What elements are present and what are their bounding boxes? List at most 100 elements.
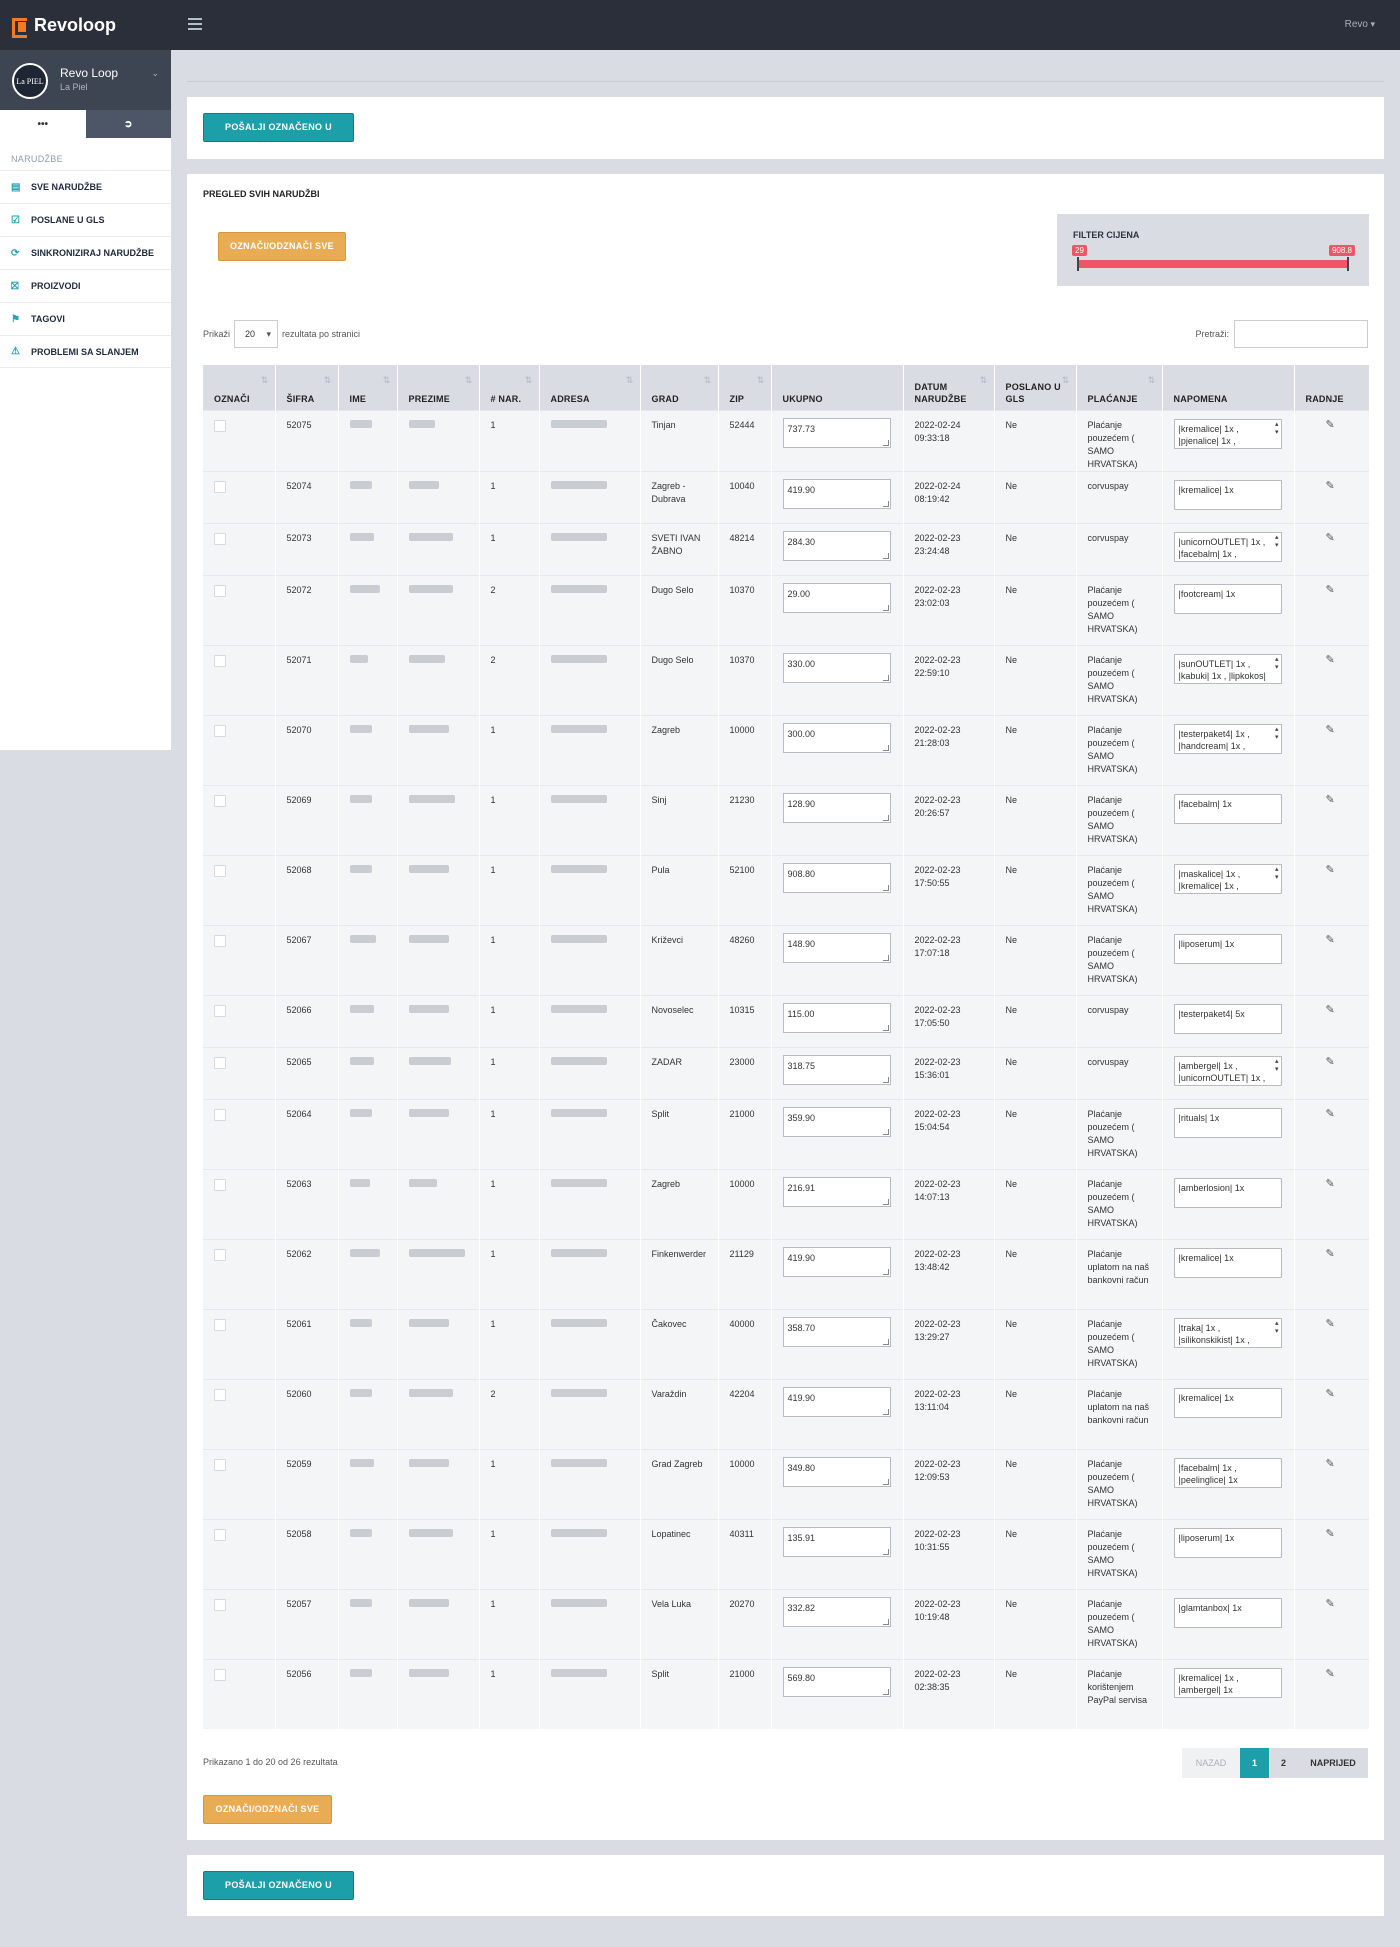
total-input[interactable]: 29.00: [782, 582, 891, 613]
column-header-poslano[interactable]: POSLANO U GLS ⇅: [993, 365, 1076, 410]
sort-icon[interactable]: ⇅: [1062, 374, 1070, 386]
sidebar-item-tagovi[interactable]: ⚑ TAGOVI: [0, 302, 171, 335]
select-checkbox[interactable]: [214, 864, 226, 877]
sort-icon[interactable]: ⇅: [1148, 374, 1156, 386]
sort-icon[interactable]: ⇅: [465, 374, 473, 386]
select-checkbox[interactable]: [214, 724, 226, 737]
edit-icon[interactable]: ✎: [1326, 1004, 1335, 1017]
total-input[interactable]: 318.75: [782, 1054, 891, 1085]
column-header-ime[interactable]: IME ⇅: [337, 365, 397, 410]
column-header-ukupno[interactable]: UKUPNO: [770, 365, 903, 410]
select-checkbox[interactable]: [214, 1528, 226, 1541]
select-checkbox[interactable]: [214, 934, 226, 947]
note-textarea[interactable]: |kremalice| 1x , |pjenalice| 1x ,: [1173, 418, 1282, 449]
total-input[interactable]: 148.90: [782, 932, 891, 963]
note-textarea[interactable]: |kremalice| 1x: [1173, 1247, 1282, 1278]
note-textarea[interactable]: |kremalice| 1x: [1173, 1387, 1282, 1418]
total-input[interactable]: 128.90: [782, 792, 891, 823]
slider-max-handle[interactable]: [1347, 257, 1349, 271]
note-textarea[interactable]: |facebalm| 1x , |peelinglice| 1x: [1173, 1457, 1282, 1488]
note-textarea[interactable]: |rituals| 1x: [1173, 1107, 1282, 1138]
column-header-radnje[interactable]: RADNJE: [1293, 365, 1369, 410]
note-textarea[interactable]: |maskalice| 1x , |kremalice| 1x ,: [1173, 863, 1282, 894]
brand[interactable]: Revoloop: [0, 0, 171, 50]
total-input[interactable]: 419.90: [782, 1386, 891, 1417]
search-input[interactable]: [1234, 320, 1368, 348]
total-input[interactable]: 358.70: [782, 1316, 891, 1347]
edit-icon[interactable]: ✎: [1326, 1668, 1335, 1681]
toggle-all-button[interactable]: OZNAČI/ODZNAČI SVE: [218, 232, 346, 261]
column-header-zip[interactable]: ZIP ⇅: [717, 365, 771, 410]
edit-icon[interactable]: ✎: [1326, 724, 1335, 737]
column-header-placanje[interactable]: PLAĆANJE ⇅: [1075, 365, 1162, 410]
total-input[interactable]: 115.00: [782, 1002, 891, 1033]
send-to-gls-button[interactable]: POŠALJI OZNAČENO U GLS: [203, 113, 354, 159]
sidebar-item-sve-narudzbe[interactable]: ▤ SVE NARUDŽBE: [0, 170, 171, 203]
total-input[interactable]: 908.80: [782, 862, 891, 893]
note-textarea[interactable]: |amberlosion| 1x: [1173, 1177, 1282, 1208]
select-checkbox[interactable]: [214, 532, 226, 545]
column-header-prezime[interactable]: PREZIME ⇅: [396, 365, 479, 410]
select-checkbox[interactable]: [214, 419, 226, 432]
select-checkbox[interactable]: [214, 480, 226, 493]
select-checkbox[interactable]: [214, 1056, 226, 1069]
edit-icon[interactable]: ✎: [1326, 1388, 1335, 1401]
note-textarea[interactable]: |kremalice| 1x , |ambergel| 1x: [1173, 1667, 1282, 1698]
edit-icon[interactable]: ✎: [1326, 1108, 1335, 1121]
sidebar-item-sinkroniziraj[interactable]: ⟳ SINKRONIZIRAJ NARUDŽBE: [0, 236, 171, 269]
logout-icon[interactable]: ➲: [85, 110, 171, 138]
user-menu[interactable]: Revo: [1345, 19, 1375, 30]
total-input[interactable]: 359.90: [782, 1106, 891, 1137]
select-checkbox[interactable]: [214, 1004, 226, 1017]
edit-icon[interactable]: ✎: [1326, 1248, 1335, 1261]
edit-icon[interactable]: ✎: [1326, 1528, 1335, 1541]
select-checkbox[interactable]: [214, 1178, 226, 1191]
select-checkbox[interactable]: [214, 794, 226, 807]
sort-icon[interactable]: ⇅: [383, 374, 391, 386]
total-input[interactable]: 332.82: [782, 1596, 891, 1627]
total-input[interactable]: 419.90: [782, 1246, 891, 1277]
edit-icon[interactable]: ✎: [1326, 480, 1335, 493]
sort-icon[interactable]: ⇅: [626, 374, 634, 386]
select-checkbox[interactable]: [214, 1318, 226, 1331]
edit-icon[interactable]: ✎: [1326, 1178, 1335, 1191]
sort-icon[interactable]: ⇅: [757, 374, 765, 386]
edit-icon[interactable]: ✎: [1326, 934, 1335, 947]
column-header-oznaci[interactable]: OZNAČI ⇅: [203, 365, 275, 410]
column-header-nar[interactable]: # NAR. ⇅: [478, 365, 539, 410]
menu-toggle-icon[interactable]: [188, 18, 202, 30]
total-input[interactable]: 737.73: [782, 417, 891, 448]
select-checkbox[interactable]: [214, 1108, 226, 1121]
total-input[interactable]: 216.91: [782, 1176, 891, 1207]
profile-tab-more[interactable]: •••: [0, 110, 86, 138]
chevron-down-icon[interactable]: ⌄: [151, 68, 159, 79]
total-input[interactable]: 569.80: [782, 1666, 891, 1697]
column-header-datum[interactable]: DATUM NARUDŽBE ⇅: [902, 365, 994, 410]
total-input[interactable]: 135.91: [782, 1526, 891, 1557]
note-textarea[interactable]: |glamtanbox| 1x: [1173, 1597, 1282, 1628]
note-textarea[interactable]: |liposerum| 1x: [1173, 1527, 1282, 1558]
select-checkbox[interactable]: [214, 584, 226, 597]
note-textarea[interactable]: |testerpaket4| 5x: [1173, 1003, 1282, 1034]
slider-min-handle[interactable]: [1077, 257, 1079, 271]
edit-icon[interactable]: ✎: [1326, 864, 1335, 877]
total-input[interactable]: 284.30: [782, 530, 891, 561]
edit-icon[interactable]: ✎: [1326, 1458, 1335, 1471]
note-textarea[interactable]: |ambergel| 1x , |unicornOUTLET| 1x ,: [1173, 1055, 1282, 1086]
select-checkbox[interactable]: [214, 654, 226, 667]
edit-icon[interactable]: ✎: [1326, 532, 1335, 545]
select-checkbox[interactable]: [214, 1248, 226, 1261]
total-input[interactable]: 330.00: [782, 652, 891, 683]
pagination-next[interactable]: NAPRIJED: [1298, 1748, 1368, 1778]
sidebar-item-problemi[interactable]: ⚠ PROBLEMI SA SLANJEM: [0, 335, 171, 368]
sort-icon[interactable]: ⇅: [261, 374, 269, 386]
note-textarea[interactable]: |footcream| 1x: [1173, 583, 1282, 614]
toggle-all-button-bottom[interactable]: OZNAČI/ODZNAČI SVE: [203, 1795, 332, 1824]
edit-icon[interactable]: ✎: [1326, 654, 1335, 667]
edit-icon[interactable]: ✎: [1326, 584, 1335, 597]
note-textarea[interactable]: |traka| 1x , |silikonskikist| 1x ,: [1173, 1317, 1282, 1348]
column-header-napomena[interactable]: NAPOMENA: [1161, 365, 1294, 410]
pagination-page-2[interactable]: 2: [1269, 1748, 1298, 1778]
edit-icon[interactable]: ✎: [1326, 1056, 1335, 1069]
page-size-select[interactable]: 20: [234, 320, 279, 348]
